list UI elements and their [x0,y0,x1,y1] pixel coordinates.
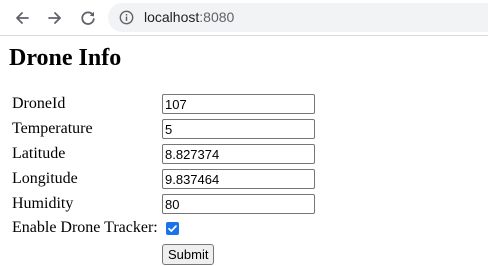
back-arrow-icon [16,12,29,24]
humidity-input[interactable] [162,194,315,214]
humidity-label: Humidity [12,195,74,212]
drone-id-row: DroneId [12,94,332,116]
temperature-row: Temperature [12,119,332,141]
tracker-label: Enable Drone Tracker: [12,219,158,236]
latitude-label: Latitude [12,145,66,162]
drone-id-input[interactable] [162,94,315,114]
longitude-row: Longitude [12,169,332,191]
checkmark-icon [168,225,177,232]
forward-button[interactable] [44,7,66,29]
latitude-row: Latitude [12,144,332,166]
temperature-label: Temperature [12,120,93,137]
url-host: localhost [144,9,200,25]
longitude-label: Longitude [12,170,78,187]
submit-row: Submit [12,244,332,266]
page-title: Drone Info [9,45,122,71]
tracker-row: Enable Drone Tracker: [12,218,332,240]
url-port: :8080 [199,9,235,25]
back-button[interactable] [11,7,33,29]
humidity-row: Humidity [12,194,332,216]
tracker-checkbox[interactable] [166,222,179,235]
browser-toolbar: localhost:8080 [0,0,488,36]
temperature-input[interactable] [162,119,315,139]
info-icon[interactable] [119,10,134,25]
longitude-input[interactable] [162,169,315,189]
reload-button[interactable] [77,7,99,29]
forward-arrow-icon [48,12,61,24]
reload-icon [81,11,95,25]
url-text: localhost:8080 [144,9,234,26]
latitude-input[interactable] [162,144,315,164]
address-bar[interactable]: localhost:8080 [108,3,488,32]
drone-id-label: DroneId [12,95,66,112]
